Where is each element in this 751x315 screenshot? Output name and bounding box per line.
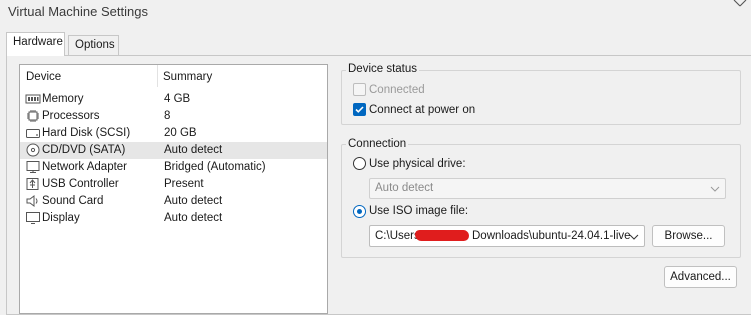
- column-divider[interactable]: [157, 65, 158, 87]
- device-summary: 4 GB: [164, 93, 191, 105]
- tab-hardware[interactable]: Hardware: [6, 32, 65, 56]
- device-summary: 20 GB: [164, 127, 197, 139]
- device-row-usb-controller[interactable]: USB Controller Present: [20, 176, 327, 193]
- display-icon: [25, 211, 41, 225]
- chevron-down-icon: [710, 184, 720, 196]
- device-row-cd-dvd[interactable]: CD/DVD (SATA) Auto detect: [20, 142, 327, 159]
- advanced-button[interactable]: Advanced...: [664, 266, 737, 288]
- window-title: Virtual Machine Settings: [8, 4, 148, 19]
- close-icon[interactable]: [728, 0, 751, 14]
- connect-at-power-on-checkbox[interactable]: [353, 103, 366, 116]
- connected-label: Connected: [369, 84, 425, 96]
- device-status-group: [341, 70, 741, 125]
- chevron-down-icon[interactable]: [629, 232, 639, 244]
- device-summary: Auto detect: [164, 212, 223, 224]
- iso-path-end: Downloads\ubuntu-24.04.1-live: [472, 230, 631, 242]
- device-summary: 8: [164, 110, 171, 122]
- redaction-mark: [415, 230, 469, 241]
- iso-path-start: C:\Users: [375, 230, 420, 242]
- use-physical-drive-label: Use physical drive:: [369, 158, 466, 170]
- iso-path-combo[interactable]: C:\Users Downloads\ubuntu-24.04.1-live: [369, 225, 645, 247]
- column-header-device[interactable]: Device: [26, 71, 61, 83]
- use-iso-image-radio[interactable]: [353, 205, 366, 218]
- physical-drive-select[interactable]: Auto detect: [369, 178, 726, 199]
- device-summary: Present: [164, 178, 204, 190]
- device-name: Memory: [42, 93, 84, 105]
- tab-options[interactable]: Options: [68, 35, 119, 55]
- device-name: Network Adapter: [42, 161, 128, 173]
- device-row-network-adapter[interactable]: Network Adapter Bridged (Automatic): [20, 159, 327, 176]
- device-name: CD/DVD (SATA): [42, 144, 126, 156]
- device-summary: Auto detect: [164, 195, 223, 207]
- device-name: USB Controller: [42, 178, 119, 190]
- device-name: Display: [42, 212, 80, 224]
- connect-at-power-on-label: Connect at power on: [369, 104, 476, 116]
- memory-icon: [25, 92, 41, 106]
- device-row-hard-disk[interactable]: Hard Disk (SCSI) 20 GB: [20, 125, 327, 142]
- use-physical-drive-radio[interactable]: [353, 157, 366, 170]
- network-adapter-icon: [25, 160, 41, 174]
- connection-title: Connection: [346, 138, 409, 150]
- checkmark-icon: [355, 106, 364, 113]
- sound-card-icon: [25, 194, 41, 208]
- device-list[interactable]: Device Summary Memory 4 GB Processors 8 …: [19, 64, 328, 314]
- physical-drive-value: Auto detect: [375, 182, 434, 194]
- device-name: Hard Disk (SCSI): [42, 127, 131, 139]
- device-status-title: Device status: [346, 63, 420, 75]
- use-iso-image-label: Use ISO image file:: [369, 205, 469, 217]
- device-row-memory[interactable]: Memory 4 GB: [20, 91, 327, 108]
- device-list-header: Device Summary: [20, 65, 327, 87]
- column-header-summary[interactable]: Summary: [163, 71, 212, 83]
- device-summary: Bridged (Automatic): [164, 161, 266, 173]
- device-row-processors[interactable]: Processors 8: [20, 108, 327, 125]
- hard-disk-icon: [25, 126, 41, 140]
- connected-checkbox[interactable]: [353, 83, 366, 96]
- device-name: Processors: [42, 110, 100, 122]
- device-row-display[interactable]: Display Auto detect: [20, 210, 327, 227]
- device-summary: Auto detect: [164, 144, 223, 156]
- processor-icon: [25, 109, 41, 123]
- device-name: Sound Card: [42, 195, 104, 207]
- device-row-sound-card[interactable]: Sound Card Auto detect: [20, 193, 327, 210]
- title-bar: Virtual Machine Settings: [0, 0, 751, 28]
- usb-controller-icon: [25, 177, 41, 191]
- browse-button[interactable]: Browse...: [652, 225, 725, 247]
- cd-dvd-icon: [25, 143, 41, 157]
